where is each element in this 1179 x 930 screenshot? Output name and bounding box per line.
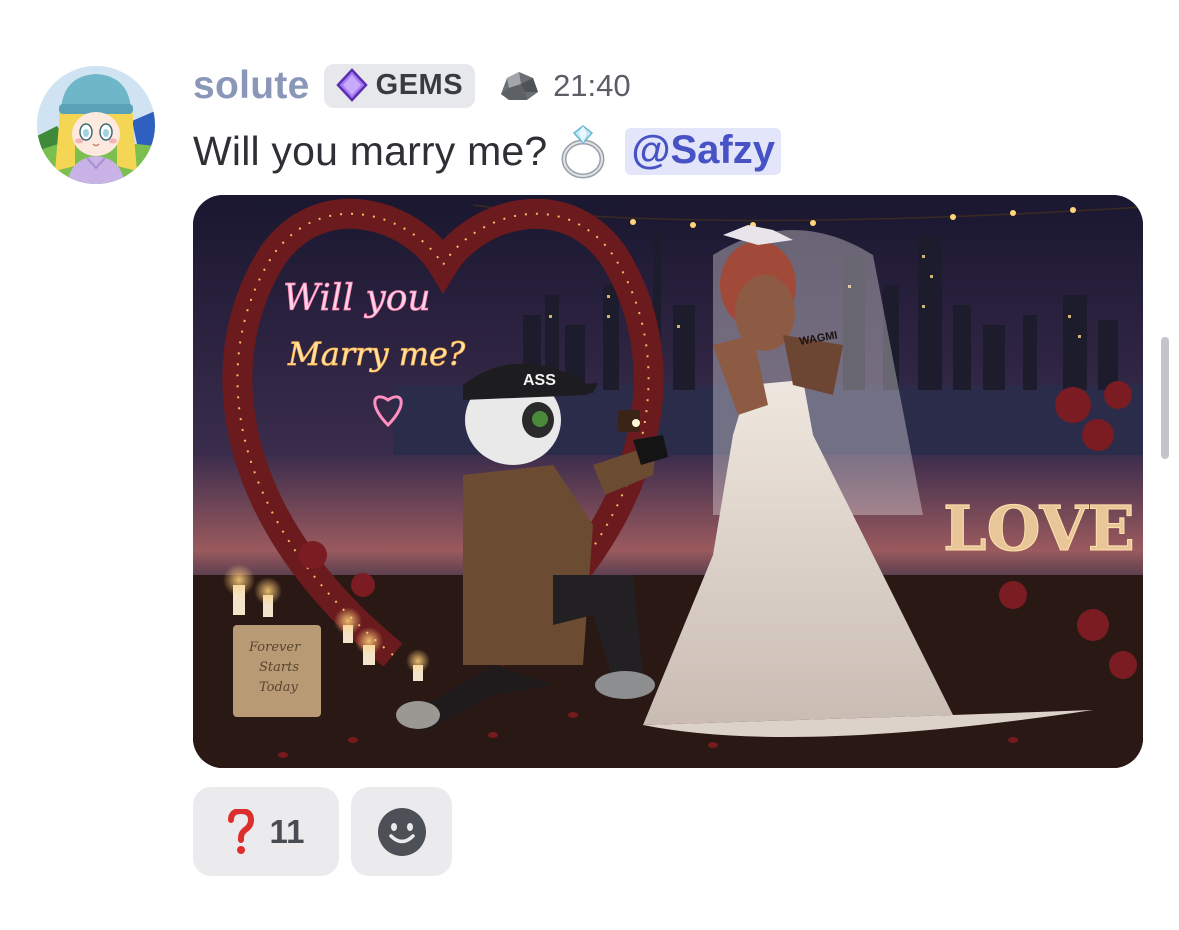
add-reaction-button[interactable] — [351, 787, 452, 876]
reactions-bar: 11 — [193, 787, 452, 876]
message-timestamp: 21:40 — [553, 68, 631, 103]
neon-sign-line1: Will you — [283, 278, 431, 319]
rock-icon — [497, 68, 541, 104]
guild-tag-label: GEMS — [375, 68, 464, 101]
board-line1: Forever — [248, 640, 301, 655]
neon-sign-line2: Marry me? — [287, 335, 466, 373]
message-content: Will you marry me? @Safzy — [193, 122, 781, 180]
chat-message: solute GEMS 21:40 Will you marry me? @Sa… — [0, 0, 1179, 930]
message-header: solute GEMS 21:40 — [193, 58, 631, 114]
board-line3: Today — [259, 680, 299, 695]
board-line2: Starts — [259, 660, 299, 675]
red-question-mark-icon — [227, 808, 254, 854]
love-marquee-sign: LOVE — [943, 492, 1135, 565]
proposal-scene-image: Will you Marry me? Forever Starts Today … — [193, 195, 1143, 768]
ring-icon — [557, 123, 609, 179]
purple-gem-icon — [335, 68, 368, 102]
reaction-count: 11 — [269, 812, 305, 850]
cap-text: ASS — [523, 372, 556, 389]
add-reaction-smiley-icon — [377, 807, 426, 856]
guild-tag[interactable]: GEMS — [323, 64, 476, 108]
username[interactable]: solute — [193, 64, 310, 108]
avatar-illustration — [37, 66, 155, 184]
scrollbar-thumb[interactable] — [1161, 337, 1169, 459]
reaction-question-mark[interactable]: 11 — [193, 787, 339, 876]
image-attachment[interactable]: Will you Marry me? Forever Starts Today … — [193, 195, 1143, 768]
user-avatar[interactable] — [37, 66, 155, 184]
user-mention[interactable]: @Safzy — [625, 127, 781, 175]
message-text: Will you marry me? — [193, 127, 548, 174]
